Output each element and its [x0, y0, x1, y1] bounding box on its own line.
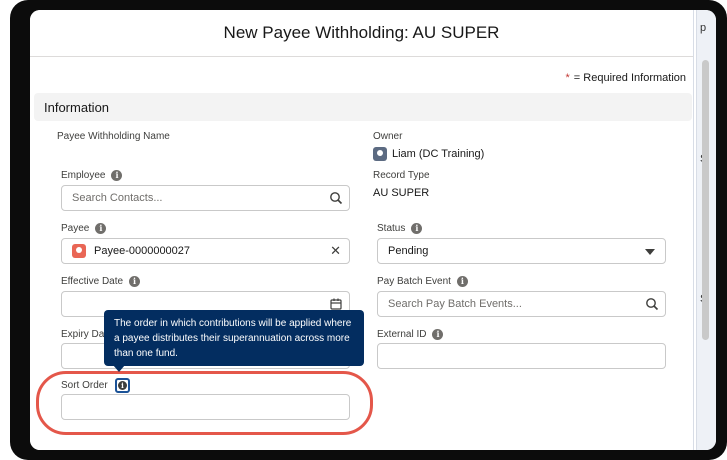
modal-title: New Payee Withholding: AU SUPER — [223, 23, 500, 42]
record-type-value: AU SUPER — [373, 187, 430, 199]
info-icon[interactable]: i — [432, 329, 444, 340]
section-header-information[interactable]: Information — [34, 93, 692, 121]
modal-header: New Payee Withholding: AU SUPER — [30, 10, 693, 57]
employee-label: Employee i — [61, 170, 123, 181]
highlight-ring — [36, 371, 373, 435]
tooltip: The order in which contributions will be… — [104, 310, 364, 366]
modal: New Payee Withholding: AU SUPER * = Requi… — [30, 10, 694, 450]
user-avatar-icon — [373, 147, 387, 161]
pay-batch-event-search-input[interactable]: Search Pay Batch Events... — [377, 291, 666, 317]
info-icon[interactable]: i — [129, 276, 141, 287]
info-icon[interactable]: i — [111, 170, 123, 181]
device-frame: p S S New Payee Withholding: AU SUPER *=… — [10, 0, 727, 460]
calendar-icon[interactable] — [329, 297, 343, 311]
search-icon — [646, 298, 659, 311]
tooltip-arrow — [113, 365, 125, 372]
owner-value[interactable]: Liam (DC Training) — [373, 147, 484, 161]
info-icon[interactable]: i — [456, 276, 468, 287]
screen: p S S New Payee Withholding: AU SUPER *=… — [30, 10, 716, 450]
pay-batch-event-label: Pay Batch Event i — [377, 276, 468, 287]
info-icon[interactable]: i — [95, 223, 107, 234]
section-title: Information — [44, 99, 110, 115]
scrollbar[interactable] — [702, 60, 709, 340]
search-icon — [330, 192, 343, 205]
expiry-date-label: Expiry Da — [61, 329, 105, 340]
required-star-icon: * — [565, 72, 570, 84]
employee-search-input[interactable]: Search Contacts... — [61, 185, 350, 211]
payee-withholding-name-label: Payee Withholding Name — [57, 131, 170, 142]
status-select[interactable]: Pending — [377, 238, 666, 264]
background-text: p — [700, 22, 707, 34]
required-information-note: * = Required Information — [565, 72, 686, 84]
tooltip-text: The order in which contributions will be… — [114, 318, 352, 359]
status-label: Status i — [377, 223, 423, 234]
effective-date-label: Effective Date i — [61, 276, 141, 287]
payee-label: Payee i — [61, 223, 107, 234]
payee-record-icon — [72, 244, 86, 258]
external-id-label: External ID i — [377, 329, 444, 340]
record-type-label: Record Type — [373, 170, 430, 181]
payee-lookup-input[interactable]: Payee-0000000027 ✕ — [61, 238, 350, 264]
clear-selection-icon[interactable]: ✕ — [330, 243, 341, 259]
owner-label: Owner — [373, 131, 403, 142]
external-id-input[interactable] — [377, 343, 666, 369]
chevron-down-icon — [645, 249, 655, 255]
info-icon[interactable]: i — [411, 223, 423, 234]
